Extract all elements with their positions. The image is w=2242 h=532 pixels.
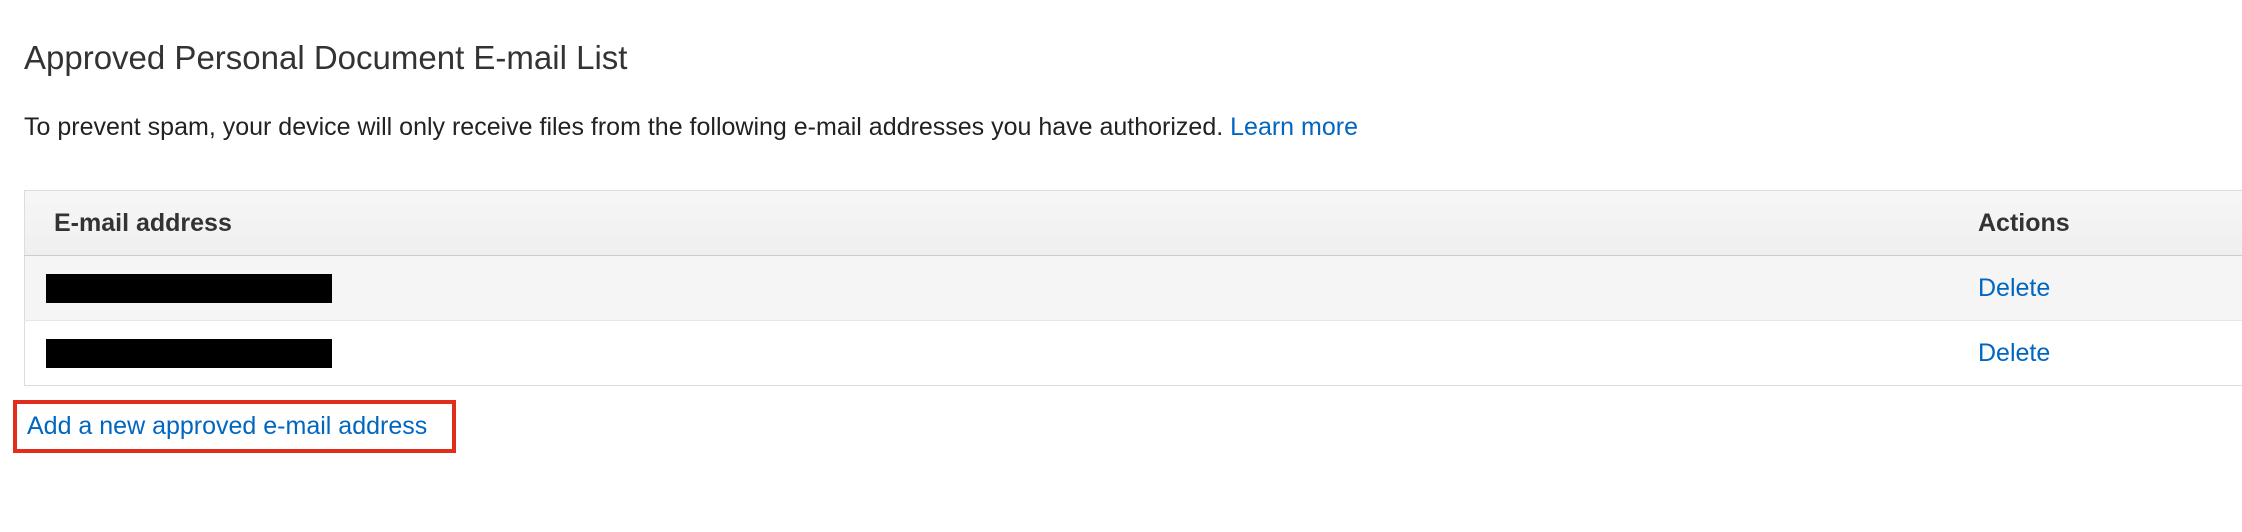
approved-email-table: E-mail address Actions Delete Delete	[24, 190, 2242, 386]
delete-email-link[interactable]: Delete	[1978, 274, 2050, 302]
actions-cell: Delete	[1978, 256, 2242, 321]
email-cell	[25, 321, 1979, 386]
table-row: Delete	[24, 255, 2242, 321]
table-header-row: E-mail address Actions	[24, 190, 2242, 256]
actions-column-header: Actions	[1978, 208, 2070, 237]
page-title: Approved Personal Document E-mail List	[24, 39, 628, 76]
add-email-highlight-box: Add a new approved e-mail address	[13, 400, 456, 453]
intro-description: To prevent spam, your device will only r…	[24, 113, 1224, 141]
redacted-email	[46, 273, 332, 303]
redacted-email	[46, 338, 332, 368]
learn-more-link[interactable]: Learn more	[1230, 113, 1358, 141]
add-approved-email-link[interactable]: Add a new approved e-mail address	[27, 412, 427, 441]
email-column-header: E-mail address	[54, 208, 232, 237]
actions-cell: Delete	[1978, 321, 2242, 386]
email-cell	[25, 256, 1979, 321]
intro-text: To prevent spam, your device will only r…	[24, 110, 1358, 144]
delete-email-link[interactable]: Delete	[1978, 339, 2050, 367]
table-row: Delete	[24, 320, 2242, 386]
